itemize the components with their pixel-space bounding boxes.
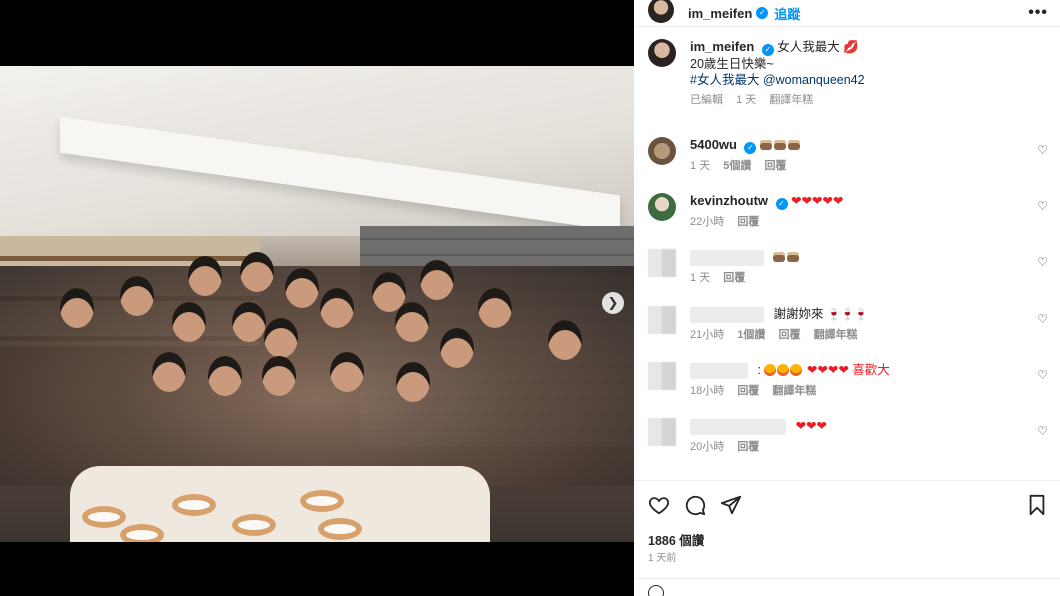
blurred-username bbox=[690, 418, 786, 435]
heart-icon[interactable]: ♡ bbox=[1037, 312, 1048, 326]
cake-emoji bbox=[773, 250, 801, 264]
mention-link[interactable]: @womanqueen42 bbox=[763, 73, 865, 87]
avatar[interactable] bbox=[648, 193, 676, 221]
heart-icon[interactable]: ♡ bbox=[1037, 368, 1048, 382]
avatar[interactable] bbox=[648, 249, 676, 277]
cake-emoji bbox=[759, 138, 802, 152]
caption-line1: 女人我最大 💋 bbox=[777, 40, 859, 54]
reply-button[interactable]: 回覆 bbox=[737, 216, 759, 228]
heart-icon[interactable]: ♡ bbox=[1037, 143, 1048, 157]
wine-emoji: 🍷🍷🍷 bbox=[826, 309, 869, 321]
comment: : ❤❤❤❤ 喜歡大 18小時 回覆 翻譯年糕 ♡ bbox=[648, 362, 1048, 399]
bookmark-icon[interactable] bbox=[1026, 494, 1048, 516]
avatar[interactable] bbox=[648, 418, 676, 446]
translate-button[interactable]: 翻譯年糕 bbox=[814, 329, 858, 341]
reply-button[interactable]: 回覆 bbox=[723, 272, 745, 284]
comment-time: 1 天 bbox=[690, 160, 711, 172]
comment: kevinzhoutw ✓ ❤❤❤❤❤ 22小時 回覆 ♡ bbox=[648, 193, 1048, 230]
comment-username[interactable]: kevinzhoutw bbox=[690, 193, 768, 208]
avatar[interactable] bbox=[648, 39, 676, 67]
avatar[interactable] bbox=[648, 306, 676, 334]
comment: ❤❤❤ 20小時 回覆 ♡ bbox=[648, 418, 1048, 455]
comment-text: 謝謝妳來 bbox=[773, 307, 824, 321]
reply-button[interactable]: 回覆 bbox=[737, 441, 759, 453]
more-icon[interactable]: ••• bbox=[1028, 4, 1048, 22]
comment-time: 22小時 bbox=[690, 216, 725, 228]
comment-hearts: ❤❤❤❤❤ bbox=[790, 194, 844, 208]
hashtag-link[interactable]: #女人我最大 bbox=[690, 73, 759, 87]
divider bbox=[634, 480, 1060, 481]
avatar[interactable] bbox=[648, 137, 676, 165]
blurred-username bbox=[690, 249, 764, 266]
caption-username[interactable]: im_meifen bbox=[690, 39, 754, 54]
verified-icon: ✓ bbox=[761, 44, 774, 56]
heart-icon[interactable] bbox=[648, 494, 670, 516]
post-photo[interactable] bbox=[0, 66, 634, 542]
grin-emoji: : bbox=[757, 363, 803, 377]
caption-time: 1 天 bbox=[736, 94, 757, 106]
edited-label: 已編輯 bbox=[690, 94, 723, 106]
comment-time: 1 天 bbox=[690, 271, 711, 284]
translate-button[interactable]: 翻譯年糕 bbox=[772, 385, 816, 397]
comment-text: ❤❤❤❤ 喜歡大 bbox=[806, 363, 890, 377]
emoji-icon[interactable] bbox=[648, 585, 664, 596]
follow-button[interactable]: 追蹤 bbox=[774, 4, 800, 23]
chevron-right-icon: ❯ bbox=[607, 295, 619, 310]
reply-button[interactable]: 回覆 bbox=[764, 160, 786, 172]
next-photo-button[interactable]: ❯ bbox=[602, 292, 624, 314]
blurred-username bbox=[690, 306, 764, 323]
caption-line2: 20歲生日快樂~ bbox=[690, 57, 774, 71]
comment-likes[interactable]: 5個讚 bbox=[723, 160, 751, 172]
comment-icon[interactable] bbox=[684, 494, 706, 516]
translate-button[interactable]: 翻譯年糕 bbox=[769, 94, 813, 106]
media-pane: ❯ bbox=[0, 0, 634, 596]
comment-time: 21小時 bbox=[690, 329, 725, 341]
caption: im_meifen ✓ 女人我最大 💋 20歲生日快樂~ #女人我最大 @wom… bbox=[634, 27, 1060, 108]
verified-icon: ✓ bbox=[744, 142, 757, 154]
comment: 謝謝妳來 🍷🍷🍷 21小時 1個讚 回覆 翻譯年糕 ♡ bbox=[648, 306, 1048, 343]
comment-username[interactable]: 5400wu bbox=[690, 137, 737, 152]
blurred-username bbox=[690, 362, 748, 379]
caption-meta: 已編輯 1 天 翻譯年糕 bbox=[690, 92, 865, 108]
heart-icon[interactable]: ♡ bbox=[1037, 255, 1048, 269]
reply-button[interactable]: 回覆 bbox=[779, 329, 801, 341]
comment: 5400wu ✓ 1 天 5個讚 回覆 ♡ bbox=[648, 137, 1048, 174]
heart-icon[interactable]: ♡ bbox=[1037, 424, 1048, 438]
avatar[interactable] bbox=[648, 362, 676, 390]
comment-time: 20小時 bbox=[690, 440, 725, 453]
heart-icon[interactable]: ♡ bbox=[1037, 199, 1048, 213]
comment-hearts: ❤❤❤ bbox=[795, 419, 827, 433]
verified-icon: ✓ bbox=[756, 7, 769, 19]
share-icon[interactable] bbox=[720, 494, 742, 516]
comment-time: 18小時 bbox=[690, 384, 725, 397]
comment-likes[interactable]: 1個讚 bbox=[737, 329, 765, 341]
photo-group bbox=[0, 266, 634, 486]
verified-icon: ✓ bbox=[775, 198, 788, 210]
like-count[interactable]: 1886 個讚 bbox=[648, 530, 704, 549]
header-username[interactable]: im_meifen bbox=[688, 6, 752, 21]
post-header: im_meifen ✓ 追蹤 ••• bbox=[634, 0, 1060, 27]
post-panel: im_meifen ✓ 追蹤 ••• im_meifen ✓ 女人我最大 💋 2… bbox=[634, 0, 1060, 596]
comment: 1 天 回覆 ♡ bbox=[648, 249, 1048, 286]
post-timestamp: 1 天前 bbox=[648, 553, 677, 564]
avatar[interactable] bbox=[648, 0, 674, 23]
reply-button[interactable]: 回覆 bbox=[737, 385, 759, 397]
action-bar bbox=[648, 492, 1048, 518]
add-comment-row bbox=[634, 578, 1060, 596]
